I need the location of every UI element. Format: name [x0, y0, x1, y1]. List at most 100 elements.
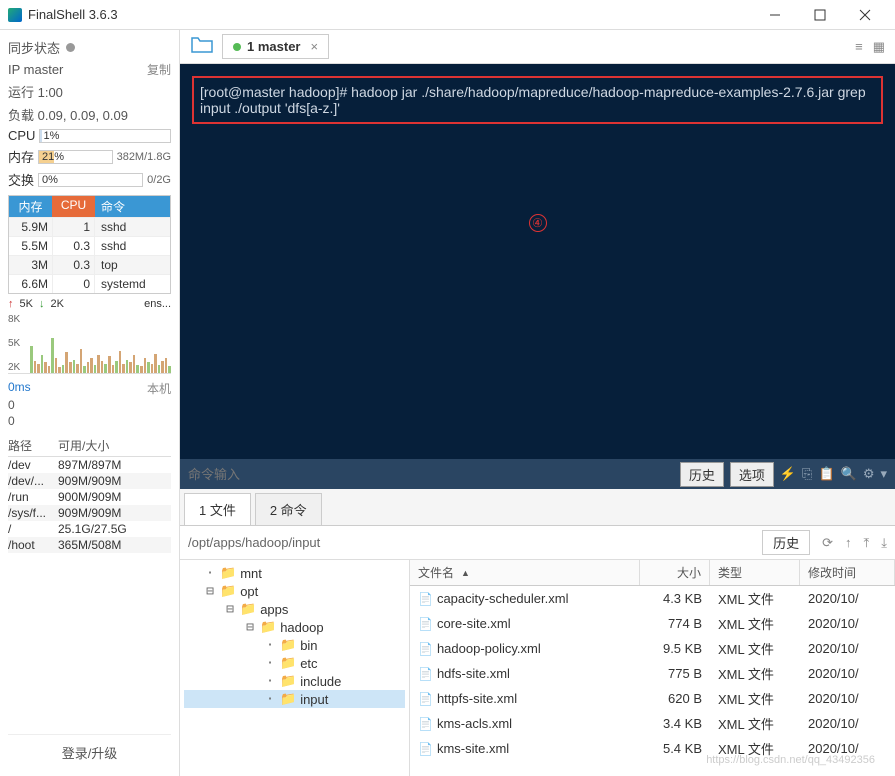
path-history-button[interactable]: 历史: [762, 530, 810, 555]
title-bar: FinalShell 3.6.3: [0, 0, 895, 30]
process-table: 内存 CPU 命令 5.9M1sshd5.5M0.3sshd3M0.3top6.…: [8, 195, 171, 294]
size-hdr[interactable]: 可用/大小: [58, 437, 109, 454]
disk-table: 路径可用/大小 /dev897M/897M/dev/...909M/909M/r…: [8, 435, 171, 553]
runtime-label: 运行 1:00: [8, 82, 63, 101]
file-row[interactable]: 📄core-site.xml774 BXML 文件2020/10/: [410, 611, 895, 636]
folder-icon[interactable]: [190, 36, 214, 57]
copy-button[interactable]: 复制: [147, 61, 171, 78]
file-tree[interactable]: ·📁mnt⊟📁opt⊟📁apps⊟📁hadoop·📁bin·📁etc·📁incl…: [180, 560, 410, 776]
tree-node[interactable]: ⊟📁hadoop: [184, 618, 405, 636]
file-tabs: 1 文件 2 命令: [180, 489, 895, 526]
close-button[interactable]: [842, 0, 887, 30]
up-icon[interactable]: ↑: [845, 535, 852, 550]
zero-1: 0: [8, 398, 171, 412]
tab-bar: 1 master × ≡ ▦: [180, 30, 895, 64]
sidebar: 同步状态 IP master复制 运行 1:00 负载 0.09, 0.09, …: [0, 30, 180, 776]
refresh-icon[interactable]: ⟳: [822, 535, 833, 551]
file-row[interactable]: 📄hadoop-policy.xml9.5 KBXML 文件2020/10/: [410, 636, 895, 661]
swap-value: 0/2G: [147, 174, 171, 186]
app-logo-icon: [8, 8, 22, 22]
ip-label: IP master: [8, 62, 63, 77]
tree-node[interactable]: ·📁etc: [184, 654, 405, 672]
upload-icon: ↑: [8, 298, 14, 310]
disk-row[interactable]: /sys/f...909M/909M: [8, 505, 171, 521]
proc-hdr-mem[interactable]: 内存: [9, 196, 52, 217]
tab-close-icon[interactable]: ×: [310, 39, 318, 54]
cpu-bar: 1%: [39, 129, 171, 143]
download-icon[interactable]: ⤓: [881, 535, 887, 551]
chevron-down-icon[interactable]: ▾: [880, 466, 887, 482]
disk-row[interactable]: /hoot365M/508M: [8, 537, 171, 553]
gear-icon[interactable]: ⚙: [863, 466, 875, 482]
disk-row[interactable]: /dev897M/897M: [8, 457, 171, 473]
tab-commands[interactable]: 2 命令: [255, 493, 322, 525]
tree-node[interactable]: ·📁bin: [184, 636, 405, 654]
terminal[interactable]: [root@master hadoop]# hadoop jar ./share…: [180, 64, 895, 459]
paste-icon[interactable]: 📋: [818, 466, 834, 482]
load-label: 负载 0.09, 0.09, 0.09: [8, 105, 128, 124]
history-button[interactable]: 历史: [680, 462, 724, 487]
col-name[interactable]: 文件名▲: [410, 560, 640, 585]
tree-node[interactable]: ·📁include: [184, 672, 405, 690]
current-path[interactable]: /opt/apps/hadoop/input: [188, 535, 756, 550]
process-row[interactable]: 5.9M1sshd: [9, 217, 170, 236]
grid-icon[interactable]: ▦: [873, 39, 885, 55]
status-dot-icon: [66, 43, 75, 52]
file-row[interactable]: 📄httpfs-site.xml620 BXML 文件2020/10/: [410, 686, 895, 711]
download-speed: 2K: [50, 298, 63, 310]
net-interface: ens...: [144, 298, 171, 310]
upload-icon[interactable]: ⤒: [864, 535, 870, 551]
mem-label: 内存: [8, 147, 34, 166]
download-icon: ↓: [39, 298, 45, 310]
disk-row[interactable]: /25.1G/27.5G: [8, 521, 171, 537]
window-title: FinalShell 3.6.3: [28, 7, 752, 22]
terminal-output: [root@master hadoop]# hadoop jar ./share…: [192, 76, 883, 124]
proc-hdr-cpu[interactable]: CPU: [52, 196, 95, 217]
login-button[interactable]: 登录/升级: [8, 734, 171, 770]
swap-label: 交换: [8, 170, 34, 189]
network-chart: 8K5K2K: [8, 314, 171, 374]
maximize-button[interactable]: [797, 0, 842, 30]
annotation-marker: ④: [529, 214, 547, 232]
disk-row[interactable]: /dev/...909M/909M: [8, 473, 171, 489]
zero-2: 0: [8, 414, 171, 428]
file-list: 文件名▲ 大小 类型 修改时间 📄capacity-scheduler.xml4…: [410, 560, 895, 776]
tree-node[interactable]: ⊟📁opt: [184, 582, 405, 600]
terminal-line: [root@master hadoop]# hadoop jar ./share…: [200, 84, 866, 116]
mem-bar: 21%: [38, 150, 113, 164]
path-hdr[interactable]: 路径: [8, 437, 58, 454]
tab-master[interactable]: 1 master ×: [222, 34, 329, 59]
file-row[interactable]: 📄hdfs-site.xml775 BXML 文件2020/10/: [410, 661, 895, 686]
local-label: 本机: [147, 380, 171, 397]
col-type[interactable]: 类型: [710, 560, 800, 585]
mem-value: 382M/1.8G: [117, 151, 171, 163]
proc-hdr-cmd[interactable]: 命令: [95, 196, 170, 217]
disk-row[interactable]: /run900M/909M: [8, 489, 171, 505]
path-bar: /opt/apps/hadoop/input 历史 ⟳ ↑ ⤒ ⤓: [180, 526, 895, 560]
file-row[interactable]: 📄kms-acls.xml3.4 KBXML 文件2020/10/: [410, 711, 895, 736]
file-row[interactable]: 📄capacity-scheduler.xml4.3 KBXML 文件2020/…: [410, 586, 895, 611]
tab-status-dot-icon: [233, 43, 241, 51]
tree-node[interactable]: ⊟📁apps: [184, 600, 405, 618]
swap-bar: 0%: [38, 173, 143, 187]
process-row[interactable]: 5.5M0.3sshd: [9, 236, 170, 255]
upload-speed: 5K: [20, 298, 33, 310]
col-size[interactable]: 大小: [640, 560, 710, 585]
cpu-label: CPU: [8, 128, 35, 143]
search-icon[interactable]: 🔍: [841, 466, 857, 482]
tab-label: 1 master: [247, 39, 300, 54]
bolt-icon[interactable]: ⚡: [780, 466, 796, 482]
process-row[interactable]: 3M0.3top: [9, 255, 170, 274]
copy-icon[interactable]: ⎘: [802, 466, 812, 482]
command-input[interactable]: [188, 467, 674, 482]
options-button[interactable]: 选项: [730, 462, 774, 487]
process-row[interactable]: 6.6M0systemd: [9, 274, 170, 293]
watermark: https://blog.csdn.net/qq_43492356: [706, 754, 875, 766]
tree-node[interactable]: ·📁input: [184, 690, 405, 708]
tree-node[interactable]: ·📁mnt: [184, 564, 405, 582]
ping-value: 0ms: [8, 380, 31, 397]
menu-icon[interactable]: ≡: [855, 39, 863, 55]
tab-files[interactable]: 1 文件: [184, 493, 251, 525]
col-time[interactable]: 修改时间: [800, 560, 895, 585]
minimize-button[interactable]: [752, 0, 797, 30]
